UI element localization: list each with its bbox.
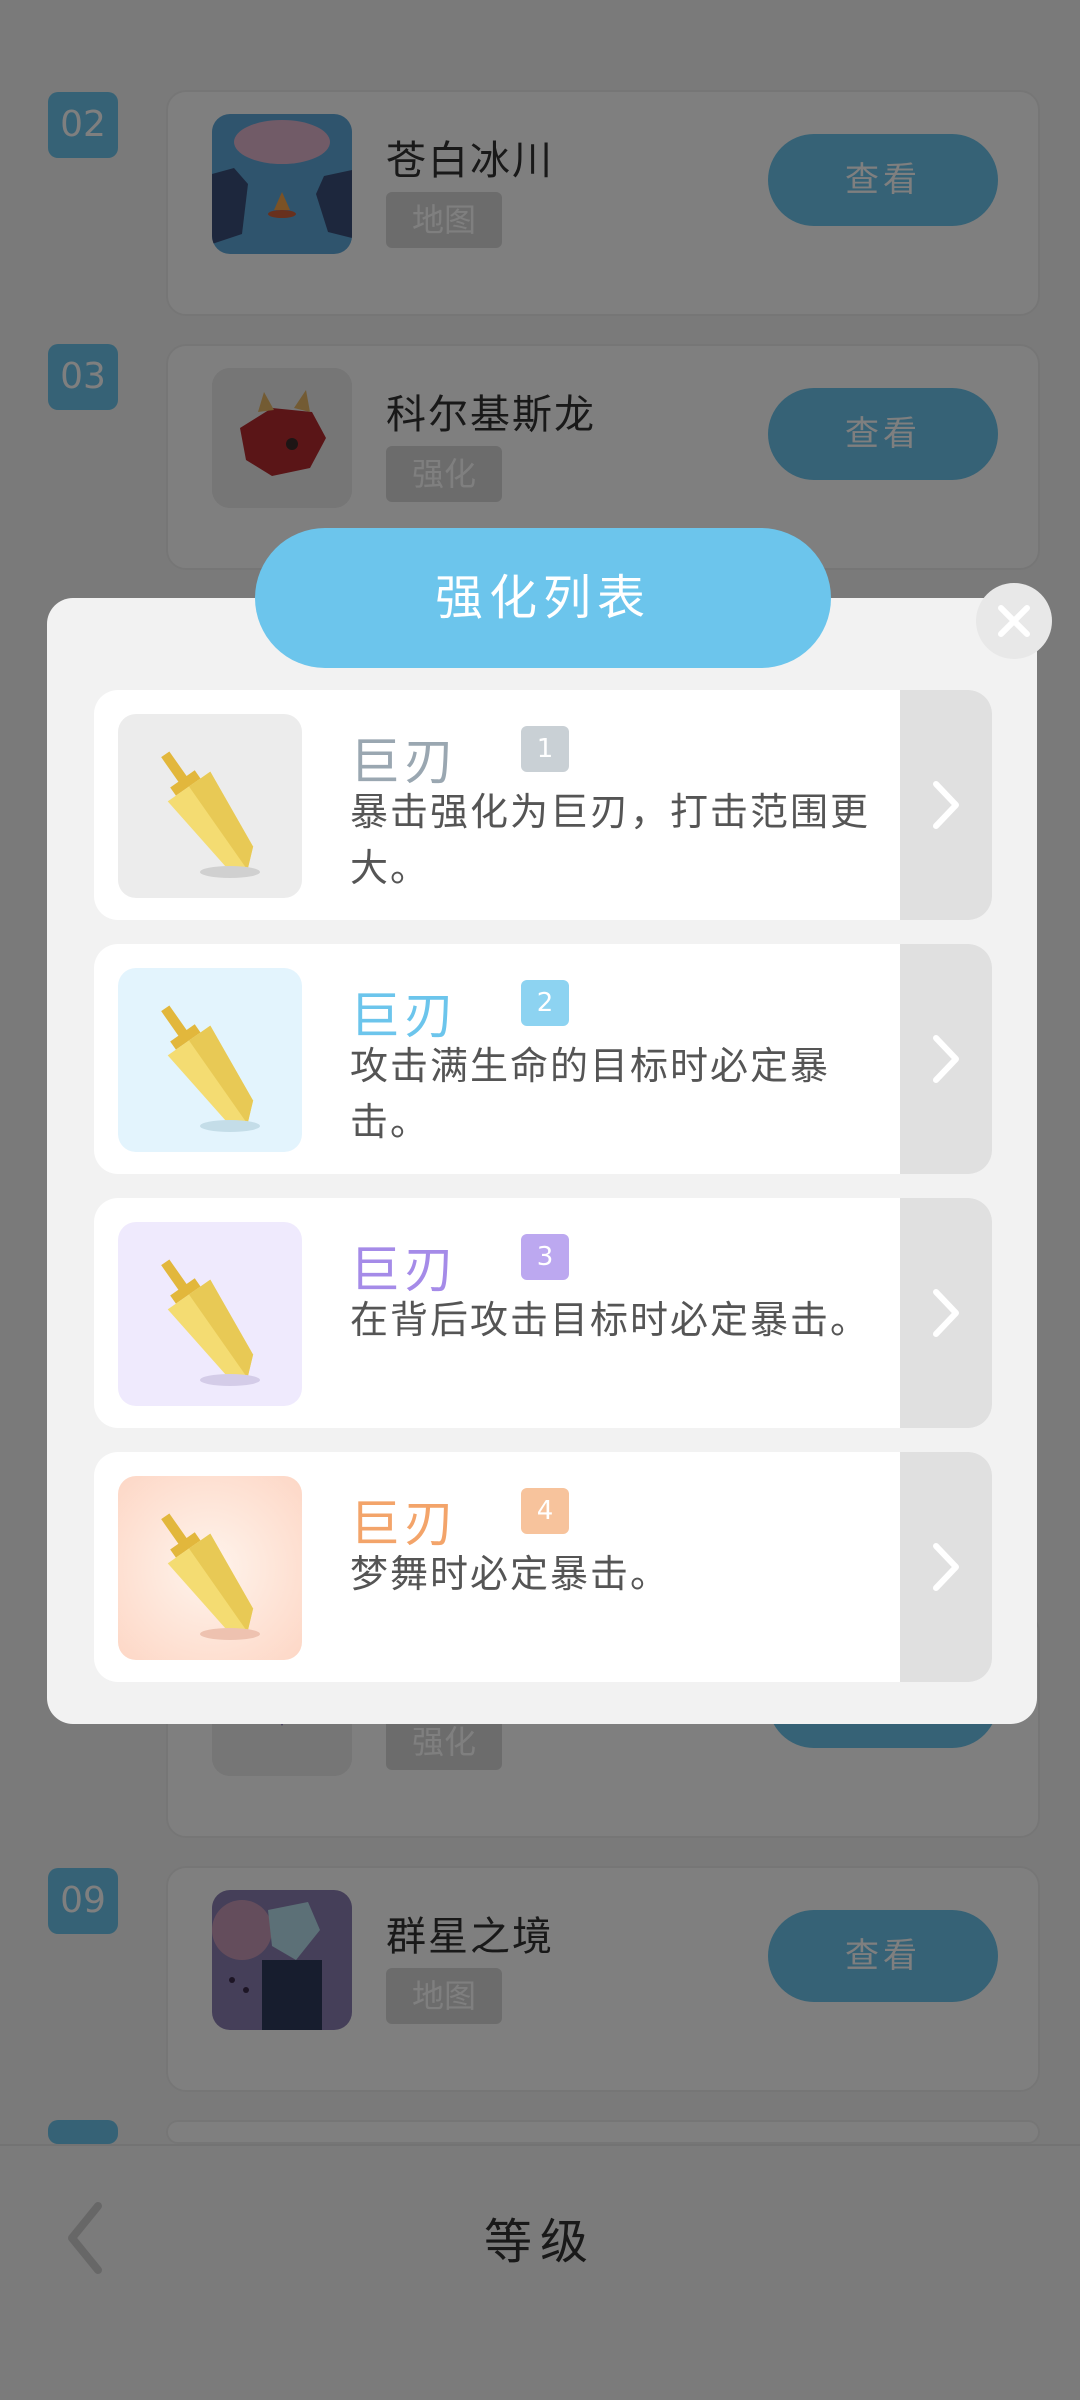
upgrade-description: 梦舞时必定暴击。	[350, 1552, 671, 1596]
modal-title: 强化列表	[255, 528, 831, 668]
upgrade-description: 暴击强化为巨刃，打击范围更大。	[350, 790, 871, 890]
upgrade-list-modal: 巨刃 1 暴击强化为巨刃，打击范围更大。 巨刃 2 攻击满生命的目标时必定暴击。	[47, 598, 1037, 1724]
detail-button[interactable]	[900, 1452, 992, 1682]
detail-button[interactable]	[900, 944, 992, 1174]
close-icon	[998, 605, 1030, 637]
blade-icon	[118, 714, 302, 898]
close-button[interactable]	[976, 583, 1052, 659]
detail-button[interactable]	[900, 690, 992, 920]
upgrade-description: 攻击满生命的目标时必定暴击。	[350, 1044, 831, 1144]
upgrade-item-1[interactable]: 巨刃 1 暴击强化为巨刃，打击范围更大。	[94, 690, 992, 920]
chevron-right-icon	[933, 781, 959, 829]
upgrade-item-3[interactable]: 巨刃 3 在背后攻击目标时必定暴击。	[94, 1198, 992, 1428]
chevron-right-icon	[933, 1035, 959, 1083]
upgrade-level-badge: 2	[521, 980, 569, 1026]
upgrade-item-2[interactable]: 巨刃 2 攻击满生命的目标时必定暴击。	[94, 944, 992, 1174]
chevron-right-icon	[933, 1543, 959, 1591]
upgrade-level-badge: 3	[521, 1234, 569, 1280]
upgrade-level-badge: 4	[521, 1488, 569, 1534]
blade-icon	[118, 968, 302, 1152]
upgrade-item-4[interactable]: 巨刃 4 梦舞时必定暴击。	[94, 1452, 992, 1682]
upgrade-description: 在背后攻击目标时必定暴击。	[350, 1298, 871, 1342]
blade-icon	[118, 1222, 302, 1406]
chevron-right-icon	[933, 1289, 959, 1337]
blade-icon	[118, 1476, 302, 1660]
detail-button[interactable]	[900, 1198, 992, 1428]
upgrade-level-badge: 1	[521, 726, 569, 772]
